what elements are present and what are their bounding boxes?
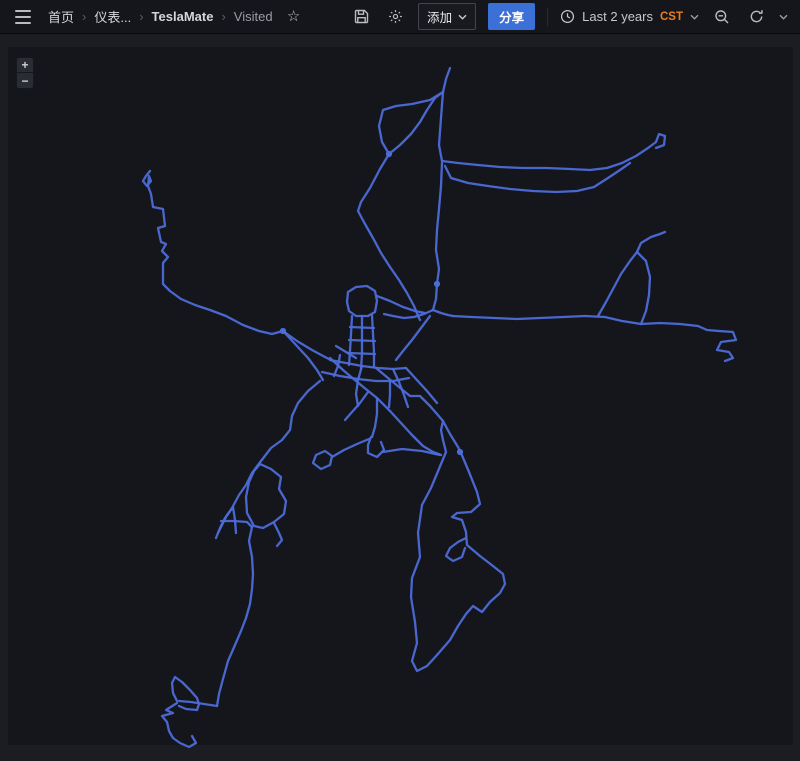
refresh-icon[interactable] <box>745 6 767 28</box>
map-zoom-out-button[interactable]: − <box>16 73 34 89</box>
breadcrumb-dashboards[interactable]: 仪表... <box>94 7 131 26</box>
zoom-out-time-icon[interactable] <box>711 6 733 28</box>
hamburger-menu-icon[interactable] <box>12 6 34 28</box>
dashboard-page: + − <box>0 34 800 761</box>
visited-map-panel[interactable]: + − <box>8 47 793 745</box>
grafana-app: 首页 › 仪表... › TeslaMate › Visited ☆ <box>0 0 800 761</box>
save-dashboard-icon[interactable] <box>350 6 372 28</box>
dashboard-settings-gear-icon[interactable] <box>384 6 406 28</box>
chevron-down-icon <box>690 14 699 20</box>
navbar-divider <box>547 8 548 26</box>
timezone-label: CST <box>660 11 683 23</box>
clock-icon <box>560 9 575 24</box>
breadcrumb-separator: › <box>82 9 86 24</box>
add-button[interactable]: 添加 <box>418 3 476 30</box>
refresh-interval-chevron-icon[interactable] <box>779 14 788 20</box>
breadcrumb-teslamate[interactable]: TeslaMate <box>152 9 214 24</box>
top-navbar: 首页 › 仪表... › TeslaMate › Visited ☆ <box>0 0 800 34</box>
breadcrumb-home[interactable]: 首页 <box>48 7 74 26</box>
navbar-actions: 添加 分享 Last 2 years CST <box>350 3 788 30</box>
time-range-label: Last 2 years <box>582 9 653 24</box>
breadcrumb-visited: Visited <box>234 9 273 24</box>
map-zoom-in-button[interactable]: + <box>16 57 34 73</box>
share-button[interactable]: 分享 <box>488 3 535 30</box>
map-zoom-controls: + − <box>16 57 34 89</box>
chevron-down-icon <box>458 14 467 20</box>
breadcrumb: 首页 › 仪表... › TeslaMate › Visited <box>48 7 273 26</box>
add-button-label: 添加 <box>427 7 452 26</box>
breadcrumb-separator: › <box>221 9 225 24</box>
time-range-picker[interactable]: Last 2 years CST <box>560 9 699 24</box>
breadcrumb-separator: › <box>139 9 143 24</box>
favorite-star-icon[interactable]: ☆ <box>283 6 305 28</box>
